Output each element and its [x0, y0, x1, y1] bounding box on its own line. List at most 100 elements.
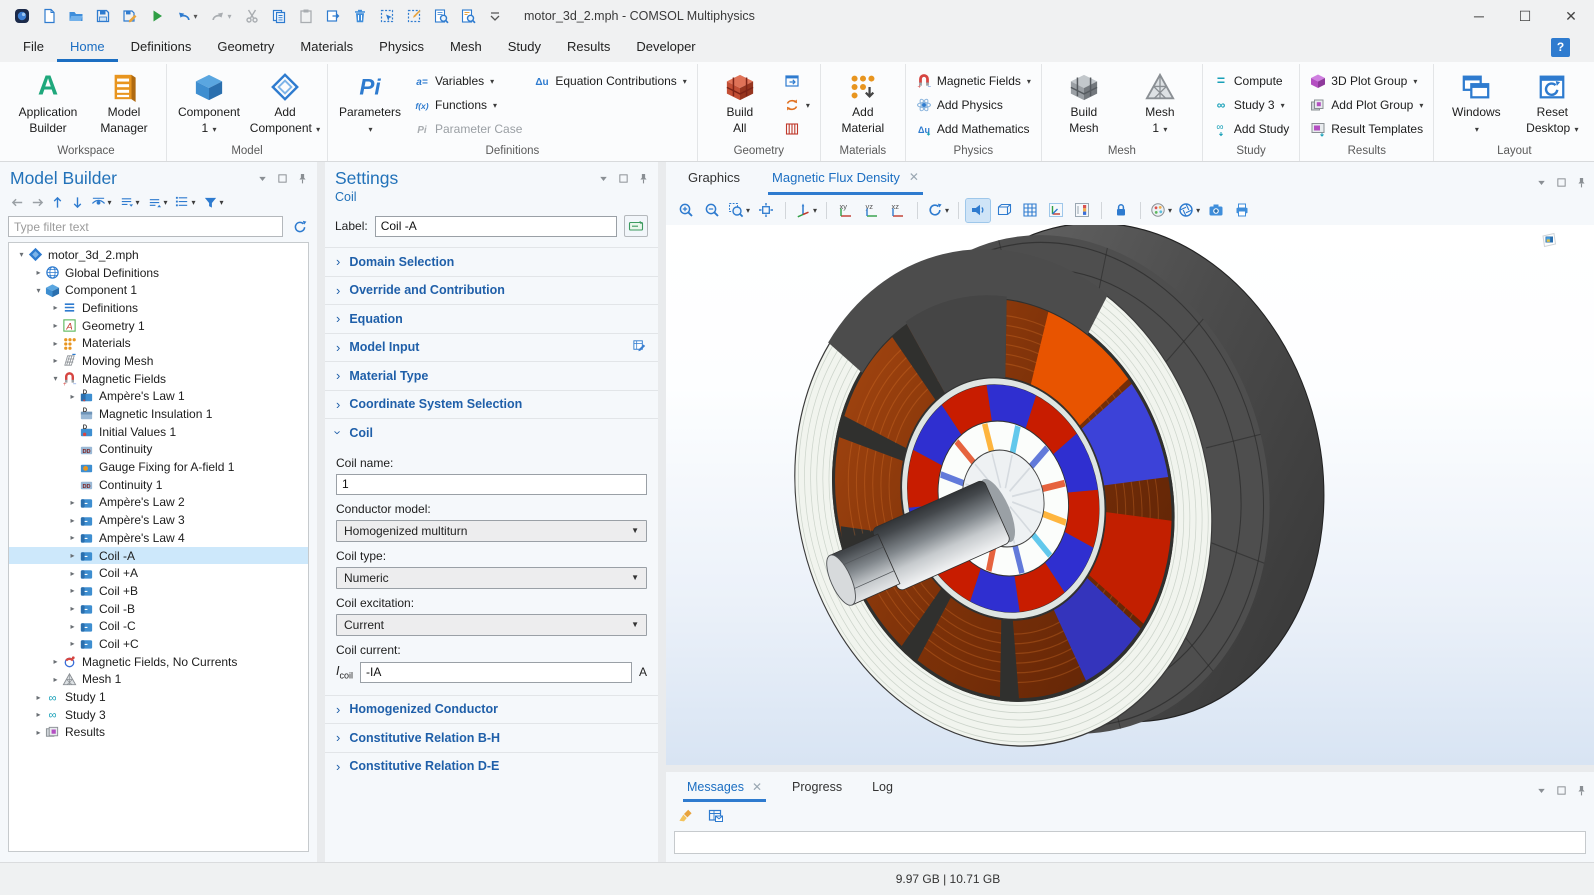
add-physics-button[interactable]: Add Physics: [912, 93, 1035, 117]
build-button[interactable]: BuildAll: [704, 66, 776, 136]
clear-messages-icon[interactable]: [674, 804, 698, 827]
tab-progress[interactable]: Progress: [788, 772, 846, 802]
fence-button[interactable]: [780, 117, 814, 141]
3d-plot-group-button[interactable]: 3D Plot Group▾: [1306, 69, 1427, 93]
collapse-panel-icon[interactable]: [1535, 784, 1548, 797]
view-xz-icon[interactable]: xz: [886, 199, 910, 222]
collapsed-arrow-icon[interactable]: ▸: [49, 303, 62, 312]
parameter-case-button[interactable]: PiParameter Case: [410, 117, 526, 141]
section-coil[interactable]: › Coil: [325, 418, 658, 447]
maximize-panel-icon[interactable]: [1555, 176, 1568, 189]
add-mathematics-button[interactable]: ΔuAdd Mathematics: [912, 117, 1035, 141]
menu-materials[interactable]: Materials: [287, 32, 366, 62]
import-button[interactable]: [780, 69, 814, 93]
menu-physics[interactable]: Physics: [366, 32, 437, 62]
screenshot-icon[interactable]: [1204, 199, 1228, 222]
functions-button[interactable]: f(x)Functions▾: [410, 93, 526, 117]
collapsed-arrow-icon[interactable]: ▸: [66, 533, 79, 542]
maximize-panel-icon[interactable]: [276, 172, 289, 185]
section-domain-selection[interactable]: ›Domain Selection: [325, 247, 658, 276]
aperture-icon[interactable]: ▾: [1176, 199, 1202, 222]
tree-item-coil-b[interactable]: ▸Coil +B: [9, 582, 308, 600]
rebuild-button[interactable]: ▾: [780, 93, 814, 117]
deselect-icon[interactable]: [400, 3, 427, 29]
save-icon[interactable]: [89, 3, 116, 29]
tab-graphics[interactable]: Graphics: [684, 162, 744, 195]
collapsed-arrow-icon[interactable]: ▸: [32, 728, 45, 737]
messages-output[interactable]: [674, 831, 1586, 854]
refresh-icon[interactable]: [290, 217, 309, 237]
axes-icon[interactable]: [1044, 199, 1068, 222]
new-file-icon[interactable]: [35, 3, 62, 29]
collapsed-arrow-icon[interactable]: ▸: [49, 657, 62, 666]
copy-icon[interactable]: [265, 3, 292, 29]
section-model-input[interactable]: ›Model Input: [325, 333, 658, 362]
zoom-out-icon[interactable]: [700, 199, 724, 222]
compute-button[interactable]: =Compute: [1209, 69, 1293, 93]
magnetic-fields-button[interactable]: +−Magnetic Fields▾: [912, 69, 1035, 93]
pin-panel-icon[interactable]: [1575, 176, 1588, 189]
splitter[interactable]: [658, 162, 666, 862]
find-replace-icon[interactable]: [454, 3, 481, 29]
section-override-and-contribution[interactable]: ›Override and Contribution: [325, 276, 658, 305]
menu-file[interactable]: File: [10, 32, 57, 62]
splitter[interactable]: [317, 162, 325, 862]
print-icon[interactable]: [1230, 199, 1254, 222]
environment-icon[interactable]: [992, 199, 1016, 222]
collapse-list-icon[interactable]: ▾: [144, 192, 171, 212]
copy-table-icon[interactable]: [704, 804, 728, 827]
collapse-panel-icon[interactable]: [597, 172, 610, 185]
tree-item-component-1[interactable]: ▾Component 1: [9, 281, 308, 299]
tree-item-motor-3d-2-mph[interactable]: ▾motor_3d_2.mph: [9, 246, 308, 264]
tab-log[interactable]: Log: [868, 772, 897, 802]
parameters-button[interactable]: PiParameters ▾: [334, 66, 406, 136]
close-tab-icon[interactable]: ✕: [909, 170, 919, 184]
redo-icon[interactable]: ▾: [204, 3, 238, 29]
run-icon[interactable]: [143, 3, 170, 29]
pin-panel-icon[interactable]: [637, 172, 650, 185]
section-material-type[interactable]: ›Material Type: [325, 361, 658, 390]
tree-item-study-3[interactable]: ▸∞Study 3: [9, 706, 308, 724]
grid-icon[interactable]: [1018, 199, 1042, 222]
model-tree-nodes-icon[interactable]: ▾: [172, 192, 199, 212]
tree-item-study-1[interactable]: ▸∞Study 1: [9, 688, 308, 706]
conductor-model-select[interactable]: Homogenized multiturn▼: [336, 520, 647, 542]
coil-current-input[interactable]: [360, 662, 632, 683]
edit-model-input-icon[interactable]: [632, 338, 647, 356]
lock-icon[interactable]: [1109, 199, 1133, 222]
collapsed-arrow-icon[interactable]: ▸: [49, 356, 62, 365]
scene-light-icon[interactable]: [966, 199, 990, 222]
collapse-panel-icon[interactable]: [1535, 176, 1548, 189]
collapsed-arrow-icon[interactable]: ▸: [66, 516, 79, 525]
coil-name-input[interactable]: [336, 474, 647, 495]
application-button[interactable]: AApplicationBuilder: [12, 66, 84, 136]
filter-icon[interactable]: ▾: [200, 192, 227, 212]
tree-item-geometry-1[interactable]: ▸AGeometry 1: [9, 317, 308, 335]
tree-item-amp-re-s-law-4[interactable]: ▸Ampère's Law 4: [9, 529, 308, 547]
maximize-panel-icon[interactable]: [1555, 784, 1568, 797]
menu-study[interactable]: Study: [495, 32, 554, 62]
tree-item-global-definitions[interactable]: ▸Global Definitions: [9, 264, 308, 282]
collapsed-arrow-icon[interactable]: ▸: [49, 339, 62, 348]
collapsed-arrow-icon[interactable]: ▸: [32, 710, 45, 719]
tree-item-definitions[interactable]: ▸Definitions: [9, 299, 308, 317]
menu-home[interactable]: Home: [57, 32, 118, 62]
menu-geometry[interactable]: Geometry: [204, 32, 287, 62]
filter-input[interactable]: [8, 216, 283, 237]
open-icon[interactable]: [62, 3, 89, 29]
collapsed-arrow-icon[interactable]: ▸: [49, 675, 62, 684]
variables-button[interactable]: a=Variables▾: [410, 69, 526, 93]
menu-mesh[interactable]: Mesh: [437, 32, 495, 62]
tree-item-amp-re-s-law-3[interactable]: ▸Ampère's Law 3: [9, 511, 308, 529]
menu-developer[interactable]: Developer: [623, 32, 708, 62]
close-tab-icon[interactable]: ✕: [752, 780, 762, 799]
reset-button[interactable]: ResetDesktop ▾: [1516, 66, 1588, 136]
section-constitutive-relation-d-e[interactable]: ›Constitutive Relation D-E: [325, 752, 658, 781]
expanded-arrow-icon[interactable]: ▾: [15, 250, 28, 259]
tree-item-materials[interactable]: ▸Materials: [9, 334, 308, 352]
color-legend-icon[interactable]: [1070, 199, 1094, 222]
delete-icon[interactable]: [346, 3, 373, 29]
cut-icon[interactable]: [238, 3, 265, 29]
collapsed-arrow-icon[interactable]: ▸: [32, 268, 45, 277]
mesh-button[interactable]: Mesh1 ▾: [1124, 66, 1196, 136]
